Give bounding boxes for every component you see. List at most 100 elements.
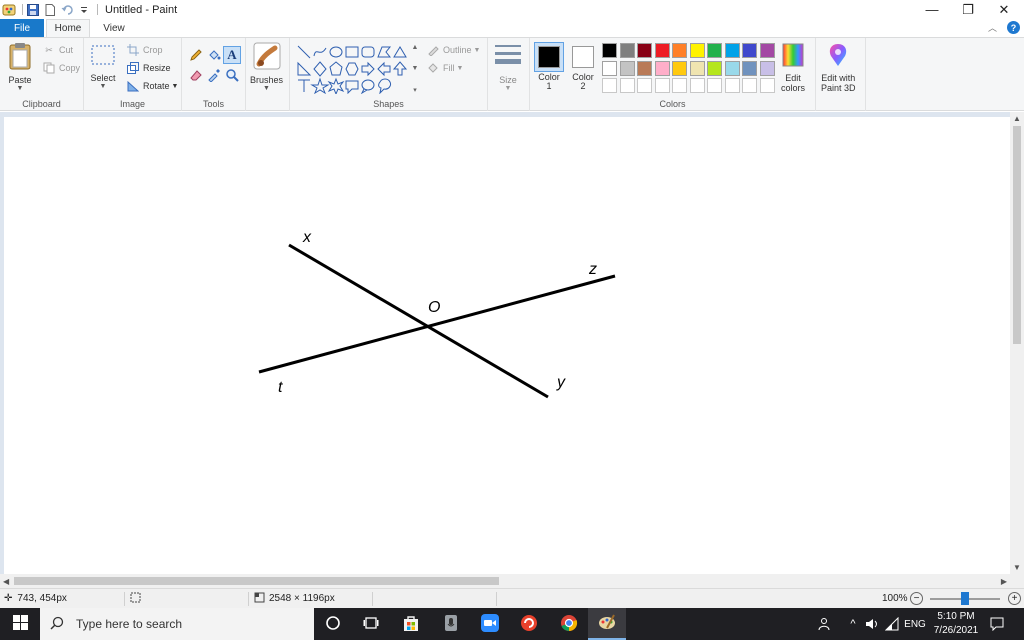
gallery-up-icon[interactable]: ▲	[412, 44, 419, 51]
taskbar-voice-recorder[interactable]	[432, 608, 470, 640]
palette-swatch[interactable]	[602, 43, 617, 58]
rotate-button[interactable]: Rotate ▼	[126, 78, 178, 94]
color2-button[interactable]: Color 2	[568, 42, 598, 91]
paste-dropdown-icon[interactable]: ▼	[17, 85, 24, 92]
zoom-out-button[interactable]: −	[910, 592, 923, 605]
palette-swatch[interactable]	[637, 78, 652, 93]
customize-quick-access-icon[interactable]	[77, 3, 91, 17]
palette-swatch[interactable]	[672, 43, 687, 58]
scroll-up-icon[interactable]: ▲	[1013, 114, 1021, 123]
palette-swatch[interactable]	[654, 78, 670, 93]
horizontal-scroll-thumb[interactable]	[14, 577, 499, 585]
task-view-button[interactable]	[352, 608, 390, 640]
gallery-more-icon[interactable]: ▾	[413, 86, 417, 94]
show-hidden-icons-button[interactable]: ^	[842, 608, 864, 640]
palette-swatch[interactable]	[619, 78, 635, 93]
palette-swatch[interactable]	[602, 60, 617, 76]
fill-dropdown-icon[interactable]: ▼	[457, 65, 464, 72]
palette-swatch[interactable]	[672, 78, 687, 93]
people-icon[interactable]	[814, 608, 836, 640]
vertical-scrollbar[interactable]: ▲ ▼	[1010, 112, 1024, 574]
edit-colors-button[interactable]: Edit colors	[780, 42, 806, 93]
horizontal-scrollbar[interactable]: ◀ ▶	[0, 574, 1010, 588]
collapse-ribbon-icon[interactable]: ︿	[988, 21, 997, 34]
brushes-dropdown-icon[interactable]: ▼	[263, 85, 270, 92]
taskbar-clock[interactable]: 5:10 PM 7/26/2021	[926, 610, 986, 638]
tab-view[interactable]: View	[96, 19, 132, 37]
palette-swatch[interactable]	[707, 43, 722, 58]
palette-swatch[interactable]	[689, 78, 705, 93]
volume-icon[interactable]	[862, 608, 882, 640]
palette-swatch[interactable]	[724, 43, 740, 58]
palette-swatch[interactable]	[689, 43, 705, 58]
select-button[interactable]: Select ▼	[90, 42, 116, 90]
palette-swatch[interactable]	[619, 43, 635, 58]
palette-swatch[interactable]	[759, 43, 775, 58]
edit-with-paint3d-button[interactable]: Edit with Paint 3D	[821, 42, 856, 93]
scroll-right-icon[interactable]: ▶	[1001, 577, 1007, 586]
taskbar-store[interactable]	[392, 608, 430, 640]
tab-file[interactable]: File	[0, 19, 44, 37]
taskbar-app-red[interactable]	[510, 608, 548, 640]
palette-swatch[interactable]	[654, 43, 670, 58]
tab-home[interactable]: Home	[46, 19, 90, 37]
notifications-button[interactable]	[986, 608, 1008, 640]
zoom-slider-thumb[interactable]	[961, 592, 969, 605]
outline-dropdown-icon[interactable]: ▼	[474, 47, 481, 54]
paste-button[interactable]: Paste ▼	[8, 42, 32, 92]
text-tool[interactable]: A	[223, 46, 241, 64]
taskbar-paint[interactable]	[588, 608, 626, 640]
help-icon[interactable]: ?	[1007, 21, 1020, 34]
brushes-button[interactable]: Brushes ▼	[250, 42, 283, 92]
palette-swatch[interactable]	[707, 60, 722, 76]
palette-swatch[interactable]	[637, 43, 652, 58]
scroll-left-icon[interactable]: ◀	[3, 577, 9, 586]
palette-swatch[interactable]	[654, 60, 670, 76]
color1-button[interactable]: Color 1	[534, 42, 564, 91]
palette-swatch[interactable]	[707, 78, 722, 93]
drawing-canvas[interactable]: x z O t y	[4, 117, 1010, 574]
color-picker-tool[interactable]	[205, 67, 223, 85]
size-dropdown-icon[interactable]: ▼	[505, 85, 512, 92]
copy-button[interactable]: Copy	[42, 60, 80, 76]
palette-swatch[interactable]	[742, 43, 757, 58]
palette-swatch[interactable]	[759, 60, 775, 76]
start-button[interactable]	[0, 608, 40, 640]
undo-icon[interactable]	[60, 3, 74, 17]
vertical-scroll-thumb[interactable]	[1013, 126, 1021, 344]
palette-swatch[interactable]	[689, 60, 705, 76]
language-indicator[interactable]: ENG	[902, 608, 928, 640]
scroll-down-icon[interactable]: ▼	[1013, 563, 1021, 572]
magnifier-tool[interactable]	[223, 67, 241, 85]
palette-swatch[interactable]	[672, 60, 687, 76]
close-button[interactable]: ✕	[986, 0, 1022, 19]
taskbar-search-box[interactable]: Type here to search	[40, 608, 314, 640]
restore-button[interactable]: ❐	[950, 0, 986, 19]
cut-button[interactable]: ✂ Cut	[42, 42, 73, 58]
taskbar-chrome[interactable]	[550, 608, 588, 640]
minimize-button[interactable]: —	[914, 0, 950, 19]
palette-swatch[interactable]	[602, 78, 617, 93]
crop-button[interactable]: Crop	[126, 42, 163, 58]
resize-button[interactable]: Resize	[126, 60, 171, 76]
fill-button[interactable]: Fill ▼	[426, 60, 463, 76]
network-icon[interactable]	[882, 608, 902, 640]
palette-swatch[interactable]	[742, 78, 757, 93]
palette-swatch[interactable]	[619, 60, 635, 76]
palette-swatch[interactable]	[742, 60, 757, 76]
save-icon[interactable]	[26, 3, 40, 17]
shapes-gallery-scroll[interactable]: ▲ ▼ ▾	[411, 44, 419, 94]
fill-tool[interactable]	[205, 47, 223, 65]
palette-swatch[interactable]	[637, 60, 652, 76]
zoom-in-button[interactable]: +	[1008, 592, 1021, 605]
gallery-down-icon[interactable]: ▼	[412, 65, 419, 72]
eraser-tool[interactable]	[187, 67, 205, 85]
palette-swatch[interactable]	[759, 78, 775, 93]
cortana-button[interactable]	[314, 608, 352, 640]
select-dropdown-icon[interactable]: ▼	[100, 83, 107, 90]
pencil-tool[interactable]	[187, 47, 205, 65]
rotate-dropdown-icon[interactable]: ▼	[172, 83, 179, 90]
palette-swatch[interactable]	[724, 78, 740, 93]
outline-button[interactable]: Outline ▼	[426, 42, 480, 58]
taskbar-zoom[interactable]	[471, 608, 509, 640]
